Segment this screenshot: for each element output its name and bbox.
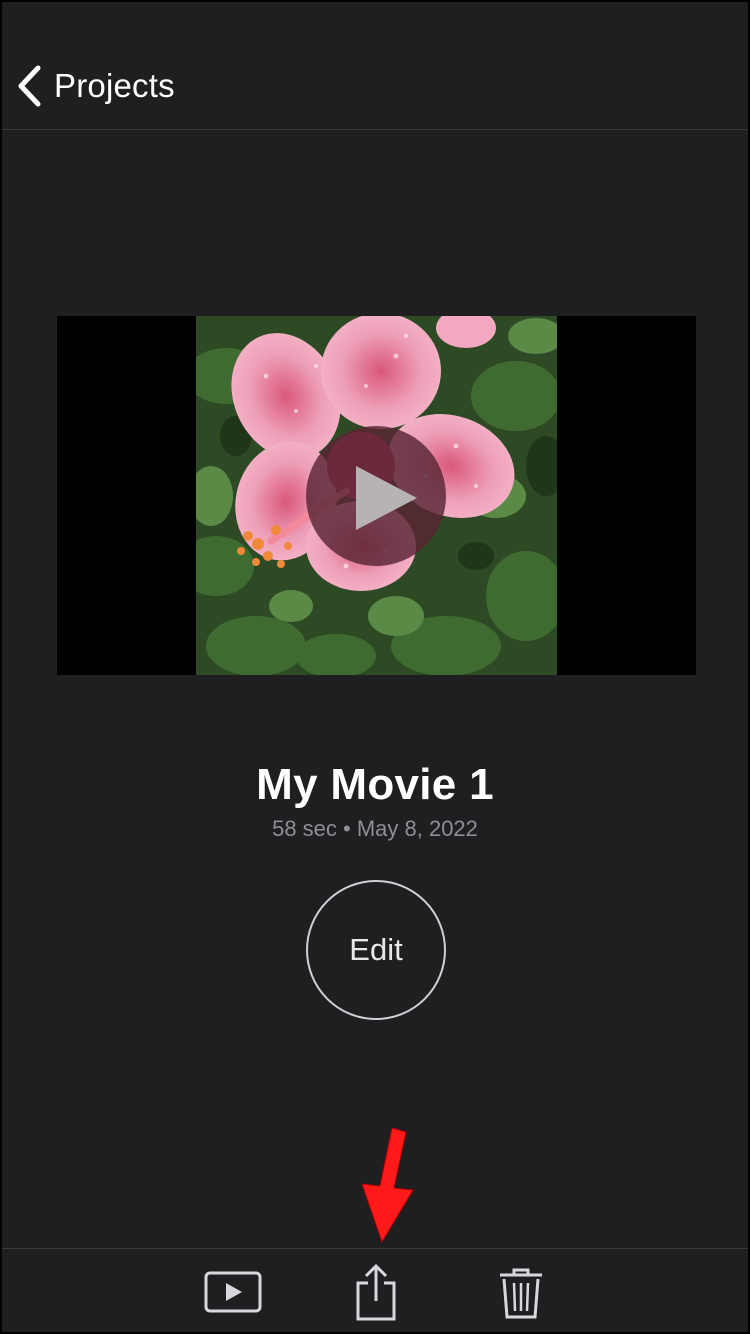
project-detail-screen: Projects My Movie 1 58 sec • May 8, 2022… <box>0 0 750 1334</box>
share-button[interactable] <box>354 1263 398 1321</box>
project-title: My Movie 1 <box>256 760 494 809</box>
red-arrow-annotation <box>361 1127 414 1244</box>
chevron-left-icon <box>18 65 41 107</box>
play-video-button[interactable] <box>204 1271 262 1313</box>
edit-button[interactable]: Edit <box>306 880 446 1020</box>
trash-icon <box>500 1268 542 1319</box>
video-preview[interactable] <box>57 316 696 675</box>
project-meta: 58 sec • May 8, 2022 <box>272 816 478 841</box>
delete-button[interactable] <box>498 1267 544 1319</box>
back-button[interactable]: Projects <box>16 62 175 110</box>
back-button-label: Projects <box>54 67 175 104</box>
bottom-toolbar <box>2 1248 748 1334</box>
share-icon <box>356 1263 396 1321</box>
play-video-icon <box>204 1271 262 1313</box>
play-icon <box>356 466 417 530</box>
navigation-bar: Projects <box>2 2 748 130</box>
play-button[interactable] <box>306 426 446 566</box>
